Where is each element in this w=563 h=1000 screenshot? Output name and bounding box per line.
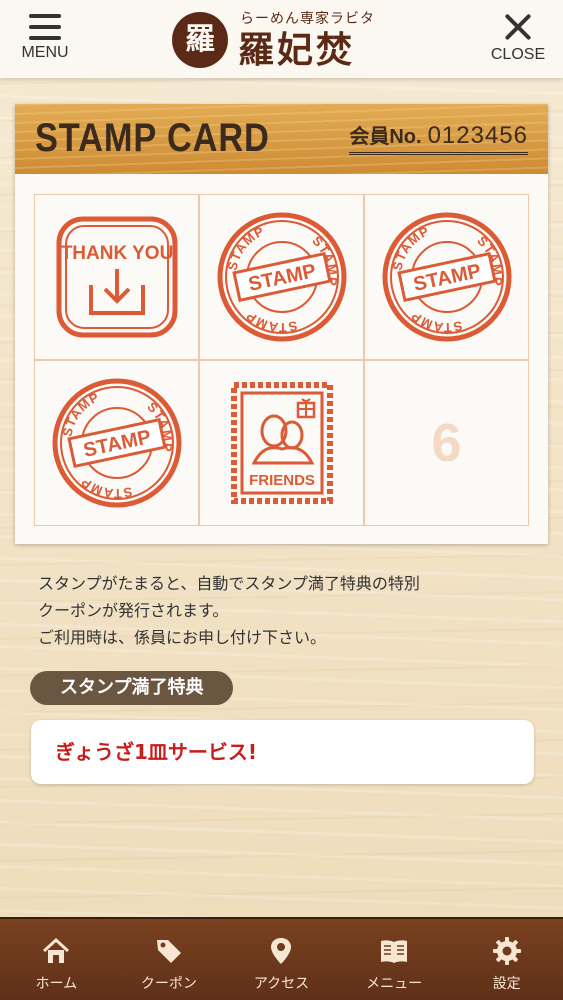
- tab-label: ホーム: [35, 976, 78, 992]
- tab-label: 設定: [492, 976, 521, 992]
- gear-icon: [492, 937, 521, 965]
- stamp-seal: STAMP STAMP STAMP STAMP: [382, 212, 511, 342]
- stamp-card: STAMP CARD 会員No.0123456 THANK YOU STAMP: [15, 104, 548, 544]
- tab-label: クーポン: [140, 976, 197, 992]
- reward-heading: スタンプ満了特典: [30, 671, 234, 705]
- bottom-tab-bar: ホーム クーポン アクセス メニュー 設定: [0, 917, 563, 1000]
- stamp-description: スタンプがたまると、自動でスタンプ満了特典の特別 クーポンが発行されます。 ご利…: [38, 570, 538, 651]
- svg-text:THANK YOU: THANK YOU: [60, 243, 173, 264]
- app-header: MENU 羅 らーめん専家ラビタ 羅妃焚 CLOSE: [0, 0, 563, 78]
- logo-seal: 羅: [172, 12, 228, 68]
- close-button[interactable]: CLOSE: [473, 10, 563, 64]
- tab-label: アクセス: [253, 976, 310, 992]
- slot-number: 6: [431, 413, 462, 473]
- thank-you-stamp: THANK YOU: [56, 216, 177, 338]
- home-icon: [43, 937, 70, 963]
- member-label: 会員No.: [349, 126, 422, 148]
- tab-label: メニュー: [366, 976, 423, 992]
- logo-subtitle: らーめん専家ラビタ: [240, 11, 375, 27]
- reward-text: ぎょうざ1皿サービス!: [31, 720, 534, 784]
- tab-coupon[interactable]: クーポン: [113, 917, 226, 1000]
- map-pin-icon: [271, 938, 292, 964]
- stamp-grid: THANK YOU STAMP STAMP STAMP STAMP STAMP …: [34, 194, 529, 526]
- tab-menu[interactable]: メニュー: [338, 917, 451, 1000]
- logo-name: 羅妃焚: [238, 29, 356, 71]
- description-line: ご利用時は、係員にお申し付け下さい。: [38, 628, 327, 647]
- tab-settings[interactable]: 設定: [450, 917, 563, 1000]
- stamp-seal: STAMP STAMP STAMP STAMP: [52, 378, 181, 508]
- close-icon: [503, 12, 533, 42]
- stamp-slot-2: STAMP STAMP STAMP STAMP: [199, 194, 364, 360]
- tab-access[interactable]: アクセス: [225, 917, 338, 1000]
- shop-logo: 羅 らーめん専家ラビタ 羅妃焚: [168, 4, 398, 74]
- stamp-card-title: STAMP CARD: [35, 116, 270, 160]
- book-icon: [381, 940, 408, 963]
- stamp-card-header: STAMP CARD 会員No. 0123456: [15, 104, 548, 174]
- menu-label: MENU: [21, 44, 69, 61]
- hamburger-icon: [29, 14, 61, 40]
- svg-text:STAMP: STAMP: [224, 223, 266, 272]
- stamp-slot-3: STAMP STAMP STAMP STAMP: [364, 194, 529, 360]
- tab-home[interactable]: ホーム: [0, 917, 113, 1000]
- svg-text:FRIENDS: FRIENDS: [249, 472, 315, 489]
- stamp-seal: STAMP STAMP STAMP STAMP: [217, 212, 346, 342]
- svg-text:STAMP: STAMP: [389, 223, 431, 272]
- member-number: 会員No. 0123456: [349, 120, 528, 155]
- stamp-slot-1: THANK YOU: [34, 194, 199, 360]
- coupon-tag-icon: [156, 940, 181, 963]
- svg-text:STAMP: STAMP: [59, 389, 101, 438]
- close-label: CLOSE: [490, 46, 546, 63]
- description-line: クーポンが発行されます。: [38, 601, 229, 620]
- stamp-slot-4: STAMP STAMP STAMP STAMP: [34, 360, 199, 526]
- description-line: スタンプがたまると、自動でスタンプ満了特典の特別: [38, 574, 420, 593]
- member-number-value: 0123456: [427, 122, 528, 149]
- stamp-slot-6-empty: 6: [364, 360, 529, 526]
- friends-stamp: FRIENDS: [230, 382, 333, 504]
- stamp-slot-5: FRIENDS: [199, 360, 364, 526]
- menu-button[interactable]: MENU: [0, 10, 90, 62]
